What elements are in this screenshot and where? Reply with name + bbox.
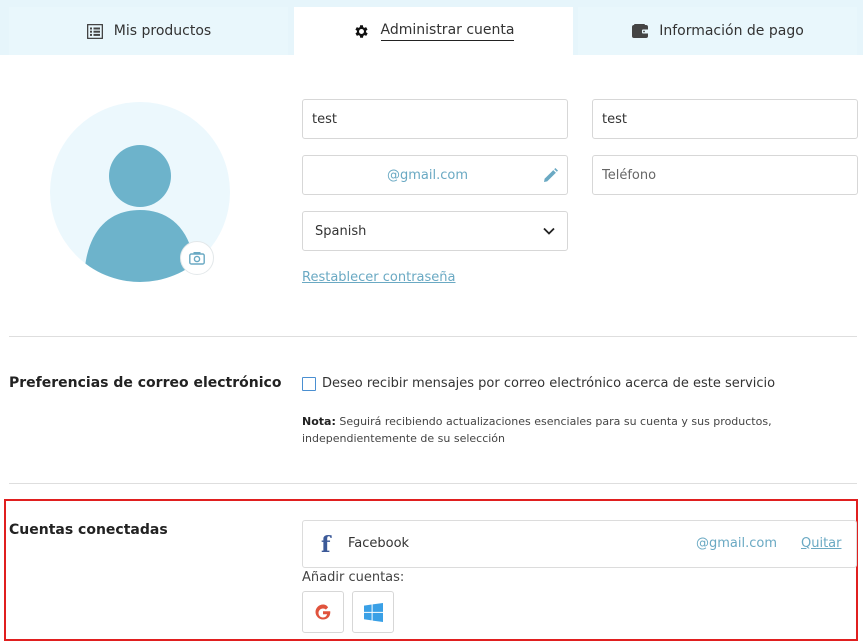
add-accounts-label: Añadir cuentas: (302, 570, 405, 585)
tab-informacion-pago[interactable]: Información de pago (578, 7, 857, 55)
divider (9, 483, 857, 484)
tab-mis-productos[interactable]: Mis productos (9, 7, 288, 55)
tab-label: Información de pago (659, 23, 804, 39)
google-icon (315, 604, 331, 620)
tab-label: Administrar cuenta (380, 22, 515, 41)
facebook-icon: f (321, 532, 331, 558)
provider-name: Facebook (348, 536, 410, 551)
email-opt-in-row[interactable]: Deseo recibir mensajes por correo electr… (302, 376, 775, 391)
wallet-icon (631, 22, 649, 40)
note-text: Seguirá recibiendo actualizaciones esenc… (302, 415, 772, 445)
connected-account-row: f Facebook @gmail.com Quitar (302, 520, 857, 568)
phone-field[interactable] (592, 155, 858, 195)
windows-icon (363, 602, 383, 622)
account-email: @gmail.com (696, 536, 778, 551)
email-opt-in-checkbox[interactable] (302, 376, 316, 391)
pencil-icon[interactable] (543, 167, 558, 183)
tab-bar: Mis productos Administrar cuenta Informa… (0, 0, 863, 55)
email-note: Nota: Seguirá recibiendo actualizaciones… (302, 413, 822, 447)
tab-administrar-cuenta[interactable]: Administrar cuenta (294, 7, 573, 55)
email-opt-in-label: Deseo recibir mensajes por correo electr… (322, 376, 776, 391)
last-name-field[interactable] (592, 99, 858, 139)
tab-label: Mis productos (113, 23, 212, 39)
phone-input[interactable] (602, 167, 848, 183)
connected-accounts-title: Cuentas conectadas (9, 522, 168, 538)
language-value: Spanish (315, 223, 367, 239)
gear-icon (353, 22, 371, 40)
change-photo-button[interactable] (180, 241, 214, 275)
add-google-button[interactable] (302, 591, 344, 633)
email-field[interactable]: @gmail.com (302, 155, 568, 195)
note-label: Nota: (302, 415, 336, 428)
language-select[interactable]: Spanish (302, 211, 568, 251)
email-preferences-title: Preferencias de correo electrónico (9, 375, 282, 391)
first-name-input[interactable] (312, 111, 558, 127)
list-icon (86, 22, 104, 40)
chevron-down-icon (543, 227, 555, 235)
add-windows-button[interactable] (352, 591, 394, 633)
remove-account-link[interactable]: Quitar (801, 536, 842, 551)
divider (9, 336, 857, 337)
last-name-input[interactable] (602, 111, 848, 127)
first-name-field[interactable] (302, 99, 568, 139)
reset-password-link[interactable]: Restablecer contraseña (302, 270, 456, 285)
email-value: @gmail.com (386, 167, 468, 183)
camera-icon (189, 252, 205, 265)
